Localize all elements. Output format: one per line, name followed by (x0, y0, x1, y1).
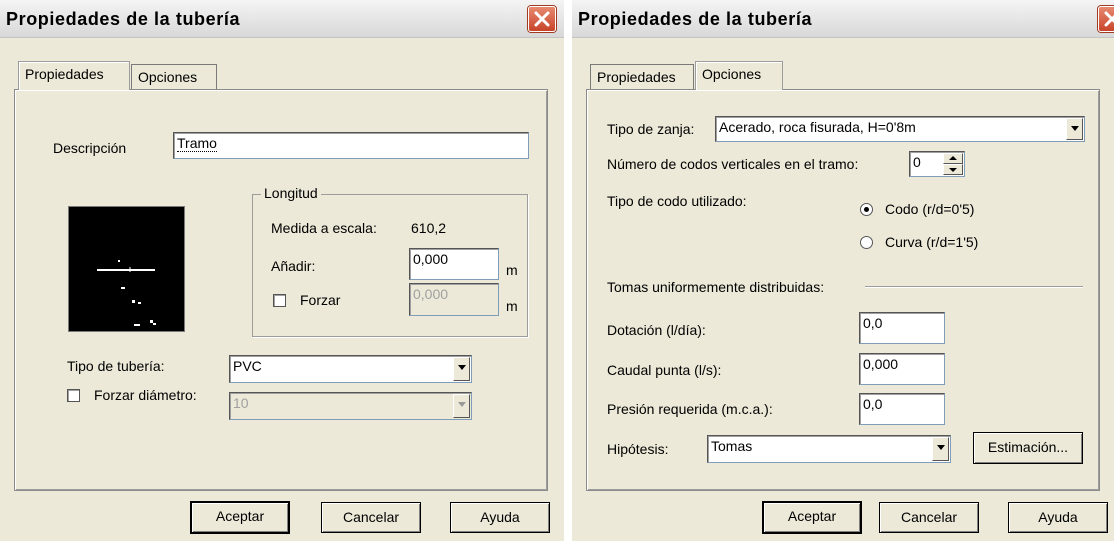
accept-label: Aceptar (787, 508, 837, 524)
anadir-label: Añadir: (271, 258, 316, 274)
forzar-value: 0,000 (413, 286, 449, 302)
caudal-label: Caudal punta (l/s): (607, 362, 722, 378)
accept-label: Aceptar (215, 508, 265, 524)
pipe-properties-dialog-right: Propiedades de la tubería Propiedades Op… (572, 0, 1114, 541)
section-divider (865, 286, 1083, 288)
estimacion-button[interactable]: Estimación... (973, 432, 1083, 464)
tab-panel: Tipo de zanja: Acerado, roca fisurada, H… (586, 89, 1100, 491)
codo-radio[interactable] (860, 203, 873, 216)
tab-label: Propiedades (597, 69, 676, 85)
pipe-properties-dialog-left: Propiedades de la tubería Propiedades Op… (0, 0, 564, 541)
spin-up-button[interactable] (943, 153, 963, 164)
help-label: Ayuda (1038, 509, 1078, 525)
hipotesis-select[interactable]: Tomas (707, 435, 951, 463)
tab-propiedades[interactable]: Propiedades (590, 64, 694, 90)
medida-label: Medida a escala: (271, 220, 377, 236)
tipo-codo-label: Tipo de codo utilizado: (607, 193, 747, 209)
tomas-section-label: Tomas uniformemente distribuidas: (607, 279, 825, 295)
hipotesis-value: Tomas (711, 438, 753, 454)
dotacion-input[interactable]: 0,0 (859, 312, 945, 344)
tab-label: Propiedades (25, 66, 104, 82)
cancel-label: Cancelar (900, 509, 958, 525)
chevron-down-icon[interactable] (1066, 118, 1083, 140)
forzar-checkbox[interactable] (273, 294, 286, 307)
presion-label: Presión requerida (m.c.a.): (607, 401, 773, 417)
anadir-unit: m (506, 262, 518, 278)
tipo-zanja-value: Acerado, roca fisurada, H=0'8m (719, 119, 916, 135)
pipe-preview-image (68, 206, 185, 332)
chevron-down-icon[interactable] (932, 437, 949, 461)
accept-button[interactable]: Aceptar (762, 501, 862, 534)
estimacion-label: Estimación... (987, 439, 1069, 455)
forzar-diametro-label: Forzar diámetro: (94, 387, 197, 403)
title-bar[interactable]: Propiedades de la tubería (0, 0, 564, 38)
dialog-title: Propiedades de la tubería (6, 9, 241, 29)
close-button[interactable] (528, 6, 556, 32)
cancel-button[interactable]: Cancelar (879, 502, 979, 533)
tipo-tuberia-value: PVC (233, 358, 262, 374)
caudal-input[interactable]: 0,000 (859, 353, 945, 385)
curva-option-label: Curva (r/d=1'5) (885, 234, 979, 250)
longitud-legend: Longitud (261, 185, 321, 201)
anadir-input[interactable]: 0,000 (409, 248, 499, 280)
dotacion-value: 0,0 (863, 315, 883, 331)
cancel-label: Cancelar (342, 509, 400, 525)
descripcion-input[interactable]: Tramo (173, 132, 529, 159)
tab-label: Opciones (702, 66, 762, 82)
cancel-button[interactable]: Cancelar (321, 502, 421, 533)
presion-value: 0,0 (863, 396, 883, 412)
dotacion-label: Dotación (l/día): (607, 322, 706, 338)
tipo-tuberia-select[interactable]: PVC (229, 355, 472, 383)
codo-option-label: Codo (r/d=0'5) (885, 201, 975, 217)
forzar-diametro-checkbox[interactable] (67, 389, 80, 402)
tab-opciones[interactable]: Opciones (131, 64, 217, 90)
chevron-down-icon[interactable] (453, 357, 470, 381)
anadir-value: 0,000 (413, 251, 449, 267)
forzar-label: Forzar (300, 292, 341, 308)
medida-value: 610,2 (411, 220, 447, 236)
chevron-down-icon[interactable] (453, 394, 470, 418)
descripcion-label: Descripción (53, 140, 127, 156)
num-codos-stepper[interactable]: 0 (909, 151, 965, 177)
help-button[interactable]: Ayuda (1008, 502, 1108, 533)
close-button[interactable] (1098, 6, 1114, 32)
tipo-zanja-label: Tipo de zanja: (607, 121, 695, 137)
help-button[interactable]: Ayuda (450, 502, 550, 533)
forzar-input[interactable]: 0,000 (409, 283, 499, 316)
close-icon (534, 11, 550, 27)
hipotesis-label: Hipótesis: (607, 441, 669, 457)
accept-button[interactable]: Aceptar (190, 501, 290, 534)
num-codos-label: Número de codos verticales en el tramo: (607, 156, 859, 172)
tab-opciones[interactable]: Opciones (695, 61, 783, 90)
forzar-diametro-value: 10 (233, 395, 249, 411)
forzar-diametro-select[interactable]: 10 (229, 392, 472, 420)
chevron-down-icon (949, 168, 957, 172)
tab-panel: Descripción Tramo Longitud Medida a esca… (14, 89, 548, 491)
presion-input[interactable]: 0,0 (859, 393, 945, 425)
caudal-value: 0,000 (863, 356, 899, 372)
tipo-tuberia-label: Tipo de tubería: (67, 358, 165, 374)
tab-propiedades[interactable]: Propiedades (18, 61, 130, 90)
forzar-unit: m (506, 298, 518, 314)
curva-radio[interactable] (860, 236, 873, 249)
tab-label: Opciones (138, 69, 198, 85)
close-icon (1104, 11, 1114, 27)
dialog-title: Propiedades de la tubería (578, 9, 813, 29)
help-label: Ayuda (480, 509, 520, 525)
tipo-zanja-select[interactable]: Acerado, roca fisurada, H=0'8m (715, 116, 1085, 142)
chevron-up-icon (949, 156, 957, 160)
title-bar[interactable]: Propiedades de la tubería (572, 0, 1114, 38)
spin-down-button[interactable] (943, 164, 963, 175)
num-codos-value: 0 (913, 154, 921, 170)
descripcion-value: Tramo (177, 135, 217, 152)
